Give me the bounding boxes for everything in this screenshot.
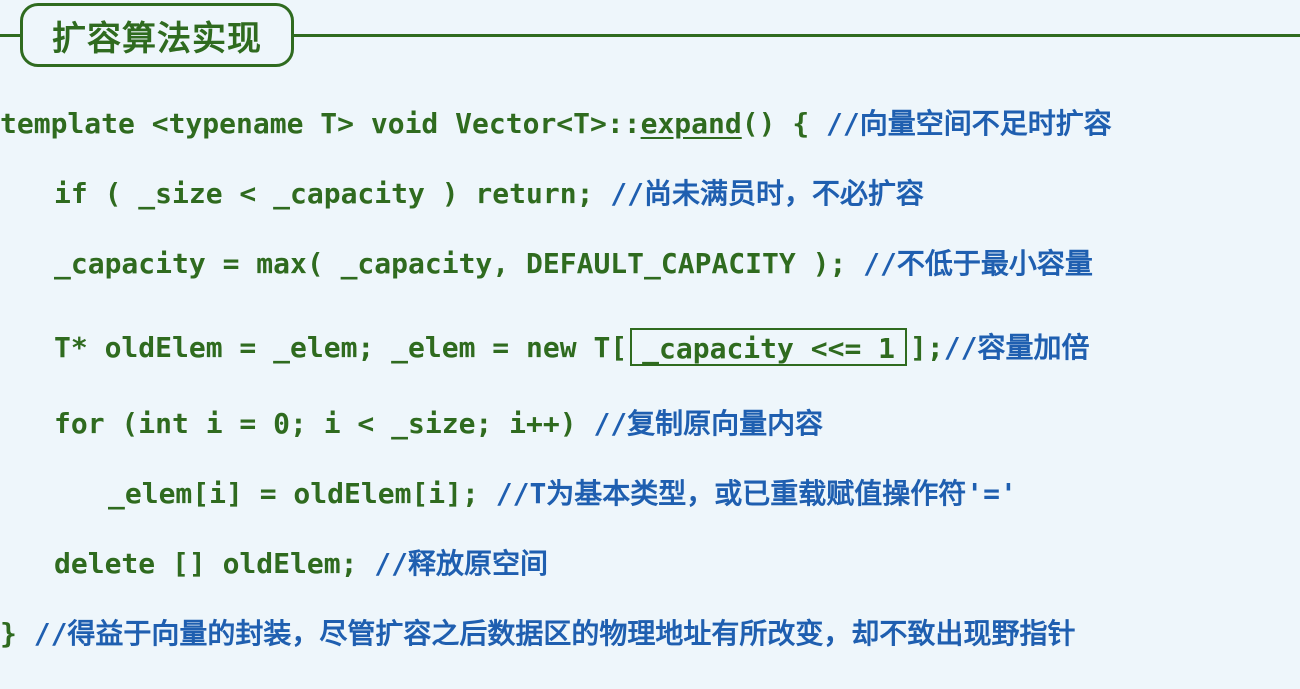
code-line-6: _elem[i] = oldElem[i]; //T为基本类型，或已重载赋值操作…	[108, 474, 1017, 514]
code-comment: //不低于最小容量	[863, 247, 1093, 280]
code-text: _capacity = max( _capacity, DEFAULT_CAPA…	[54, 247, 864, 280]
code-comment: //向量空间不足时扩容	[826, 107, 1112, 140]
title-box: 扩容算法实现	[20, 3, 294, 67]
code-line-4: T* oldElem = _elem; _elem = new T[_capac…	[54, 328, 1089, 368]
code-comment: //得益于向量的封装，尽管扩容之后数据区的物理地址有所改变，却不致出现野指针	[33, 617, 1076, 650]
code-line-1: template <typename T> void Vector<T>::ex…	[0, 104, 1112, 144]
page-title: 扩容算法实现	[52, 18, 262, 59]
function-name: expand	[640, 107, 742, 140]
code-text: _elem[i] = oldElem[i];	[108, 477, 496, 510]
code-comment: //T为基本类型，或已重载赋值操作符'='	[495, 477, 1017, 510]
code-text: template <typename T> void Vector<T>::	[0, 107, 641, 140]
code-line-3: _capacity = max( _capacity, DEFAULT_CAPA…	[54, 244, 1093, 284]
code-line-2: if ( _size < _capacity ) return; //尚未满员时…	[54, 174, 924, 214]
code-line-5: for (int i = 0; i < _size; i++) //复制原向量内…	[54, 404, 823, 444]
code-comment: //复制原向量内容	[593, 407, 824, 440]
code-comment: //容量加倍	[943, 331, 1090, 364]
code-comment: //释放原空间	[374, 547, 549, 580]
code-text: }	[0, 617, 34, 650]
code-text: delete [] oldElem;	[54, 547, 375, 580]
highlighted-expression: _capacity <<= 1	[630, 328, 908, 366]
code-text: if ( _size < _capacity ) return;	[54, 177, 611, 210]
code-comment: //尚未满员时，不必扩容	[610, 177, 925, 210]
code-text: ];	[910, 331, 944, 364]
code-line-7: delete [] oldElem; //释放原空间	[54, 544, 548, 584]
code-text: () {	[741, 107, 827, 140]
code-text: for (int i = 0; i < _size; i++)	[54, 407, 594, 440]
code-line-8: } //得益于向量的封装，尽管扩容之后数据区的物理地址有所改变，却不致出现野指针	[0, 614, 1075, 654]
code-text: T* oldElem = _elem; _elem = new T[	[54, 331, 628, 364]
